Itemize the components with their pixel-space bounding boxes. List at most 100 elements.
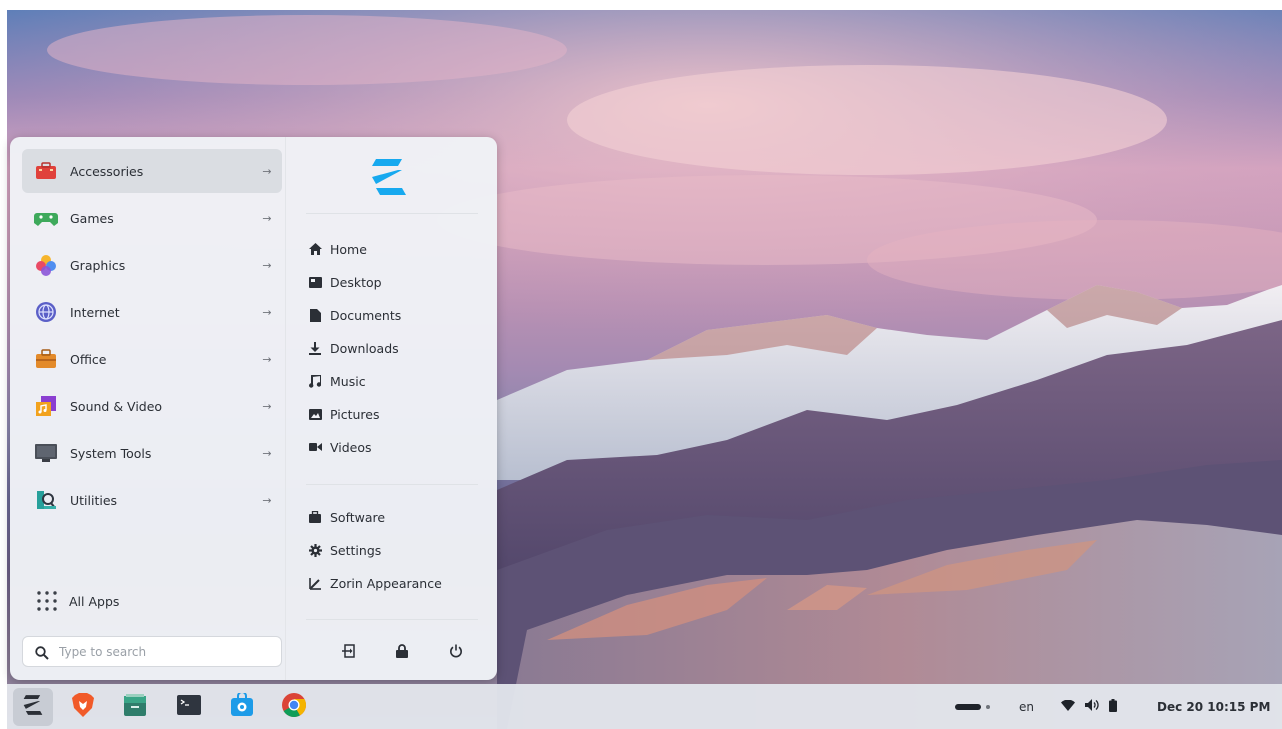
separator [306, 619, 478, 620]
link-label: Zorin Appearance [330, 575, 442, 591]
logout-icon [341, 643, 355, 662]
place-videos[interactable]: Videos [308, 435, 372, 459]
arrow-right-icon: → [262, 399, 272, 413]
accessories-icon [34, 159, 58, 183]
all-apps-label: All Apps [69, 593, 120, 609]
category-label: System Tools [70, 445, 152, 461]
separator [306, 213, 478, 214]
chrome-icon [281, 692, 307, 722]
category-label: Games [70, 210, 114, 226]
workspace-indicator[interactable] [955, 684, 991, 729]
link-software[interactable]: Software [308, 505, 385, 529]
place-documents[interactable]: Documents [308, 303, 401, 327]
download-icon [308, 341, 322, 355]
graphics-icon [34, 253, 58, 277]
video-icon [308, 440, 322, 454]
taskbar: en Dec 20 10:15 PM [7, 684, 1282, 729]
internet-icon [34, 300, 58, 324]
document-icon [308, 308, 322, 322]
arrow-right-icon: → [262, 352, 272, 366]
files-icon [122, 693, 148, 721]
settings-icon [308, 543, 322, 557]
arrow-right-icon: → [262, 446, 272, 460]
music-icon [308, 374, 322, 388]
link-zorin-appearance[interactable]: Zorin Appearance [308, 571, 442, 595]
brave-browser-button[interactable] [68, 692, 98, 722]
start-menu: Accessories → Games → Graphics → Interne… [10, 137, 497, 680]
category-utilities[interactable]: Utilities → [22, 478, 282, 522]
wifi-icon [1061, 699, 1075, 714]
arrow-right-icon: → [262, 493, 272, 507]
arrow-right-icon: → [262, 211, 272, 225]
place-label: Desktop [330, 274, 382, 290]
zorin-menu-button[interactable] [13, 688, 53, 726]
games-icon [34, 206, 58, 230]
search-icon [35, 645, 49, 660]
terminal-button[interactable] [174, 692, 204, 722]
places-panel: Home Desktop Documents Downloads Music P… [285, 137, 497, 680]
category-system-tools[interactable]: System Tools → [22, 431, 282, 475]
place-home[interactable]: Home [308, 237, 367, 261]
category-graphics[interactable]: Graphics → [22, 243, 282, 287]
grid-icon [36, 590, 58, 612]
system-status-area[interactable] [1061, 684, 1117, 729]
category-list: Accessories → Games → Graphics → Interne… [10, 137, 285, 680]
lock-icon [396, 643, 408, 662]
category-accessories[interactable]: Accessories → [22, 149, 282, 193]
category-label: Office [70, 351, 107, 367]
office-icon [34, 347, 58, 371]
chrome-button[interactable] [279, 692, 309, 722]
keyboard-layout-label: en [1019, 699, 1034, 714]
zorin-logo-icon [368, 157, 410, 197]
arrow-right-icon: → [262, 305, 272, 319]
keyboard-layout-indicator[interactable]: en [1019, 684, 1034, 729]
all-apps-button[interactable]: All Apps [22, 583, 282, 619]
category-internet[interactable]: Internet → [22, 290, 282, 334]
place-label: Videos [330, 439, 372, 455]
terminal-icon [176, 694, 202, 720]
category-label: Sound & Video [70, 398, 163, 414]
clock-label: Dec 20 10:15 PM [1157, 699, 1271, 714]
place-label: Music [330, 373, 366, 389]
category-label: Accessories [70, 163, 144, 179]
place-label: Downloads [330, 340, 399, 356]
logout-button[interactable] [336, 640, 360, 664]
workspace-dots-icon [955, 700, 991, 714]
sound-video-icon [34, 394, 58, 418]
lock-button[interactable] [390, 640, 414, 664]
system-tools-icon [34, 441, 58, 465]
category-label: Internet [70, 304, 120, 320]
battery-icon [1109, 698, 1117, 715]
place-pictures[interactable]: Pictures [308, 402, 380, 426]
power-icon [449, 643, 463, 662]
category-label: Graphics [70, 257, 126, 273]
desktop-icon [308, 275, 322, 289]
link-label: Software [330, 509, 386, 525]
category-sound-video[interactable]: Sound & Video → [22, 384, 282, 428]
link-label: Settings [330, 542, 382, 558]
place-desktop[interactable]: Desktop [308, 270, 382, 294]
search-box[interactable] [22, 636, 282, 667]
place-label: Home [330, 241, 367, 257]
place-downloads[interactable]: Downloads [308, 336, 399, 360]
place-label: Documents [330, 307, 402, 323]
category-office[interactable]: Office → [22, 337, 282, 381]
software-store-icon [230, 691, 254, 721]
home-icon [308, 242, 322, 256]
appearance-icon [308, 576, 322, 590]
separator [306, 484, 478, 485]
arrow-right-icon: → [262, 164, 272, 178]
power-button[interactable] [444, 640, 468, 664]
software-icon [308, 510, 322, 524]
clock-button[interactable]: Dec 20 10:15 PM [1157, 684, 1270, 729]
software-store-button[interactable] [227, 691, 257, 722]
brave-browser-icon [71, 692, 95, 722]
search-input[interactable] [59, 644, 269, 659]
category-games[interactable]: Games → [22, 196, 282, 240]
link-settings[interactable]: Settings [308, 538, 381, 562]
place-label: Pictures [330, 406, 380, 422]
place-music[interactable]: Music [308, 369, 366, 393]
picture-icon [308, 407, 322, 421]
zorin-menu-icon [21, 694, 45, 720]
files-button[interactable] [120, 692, 150, 722]
